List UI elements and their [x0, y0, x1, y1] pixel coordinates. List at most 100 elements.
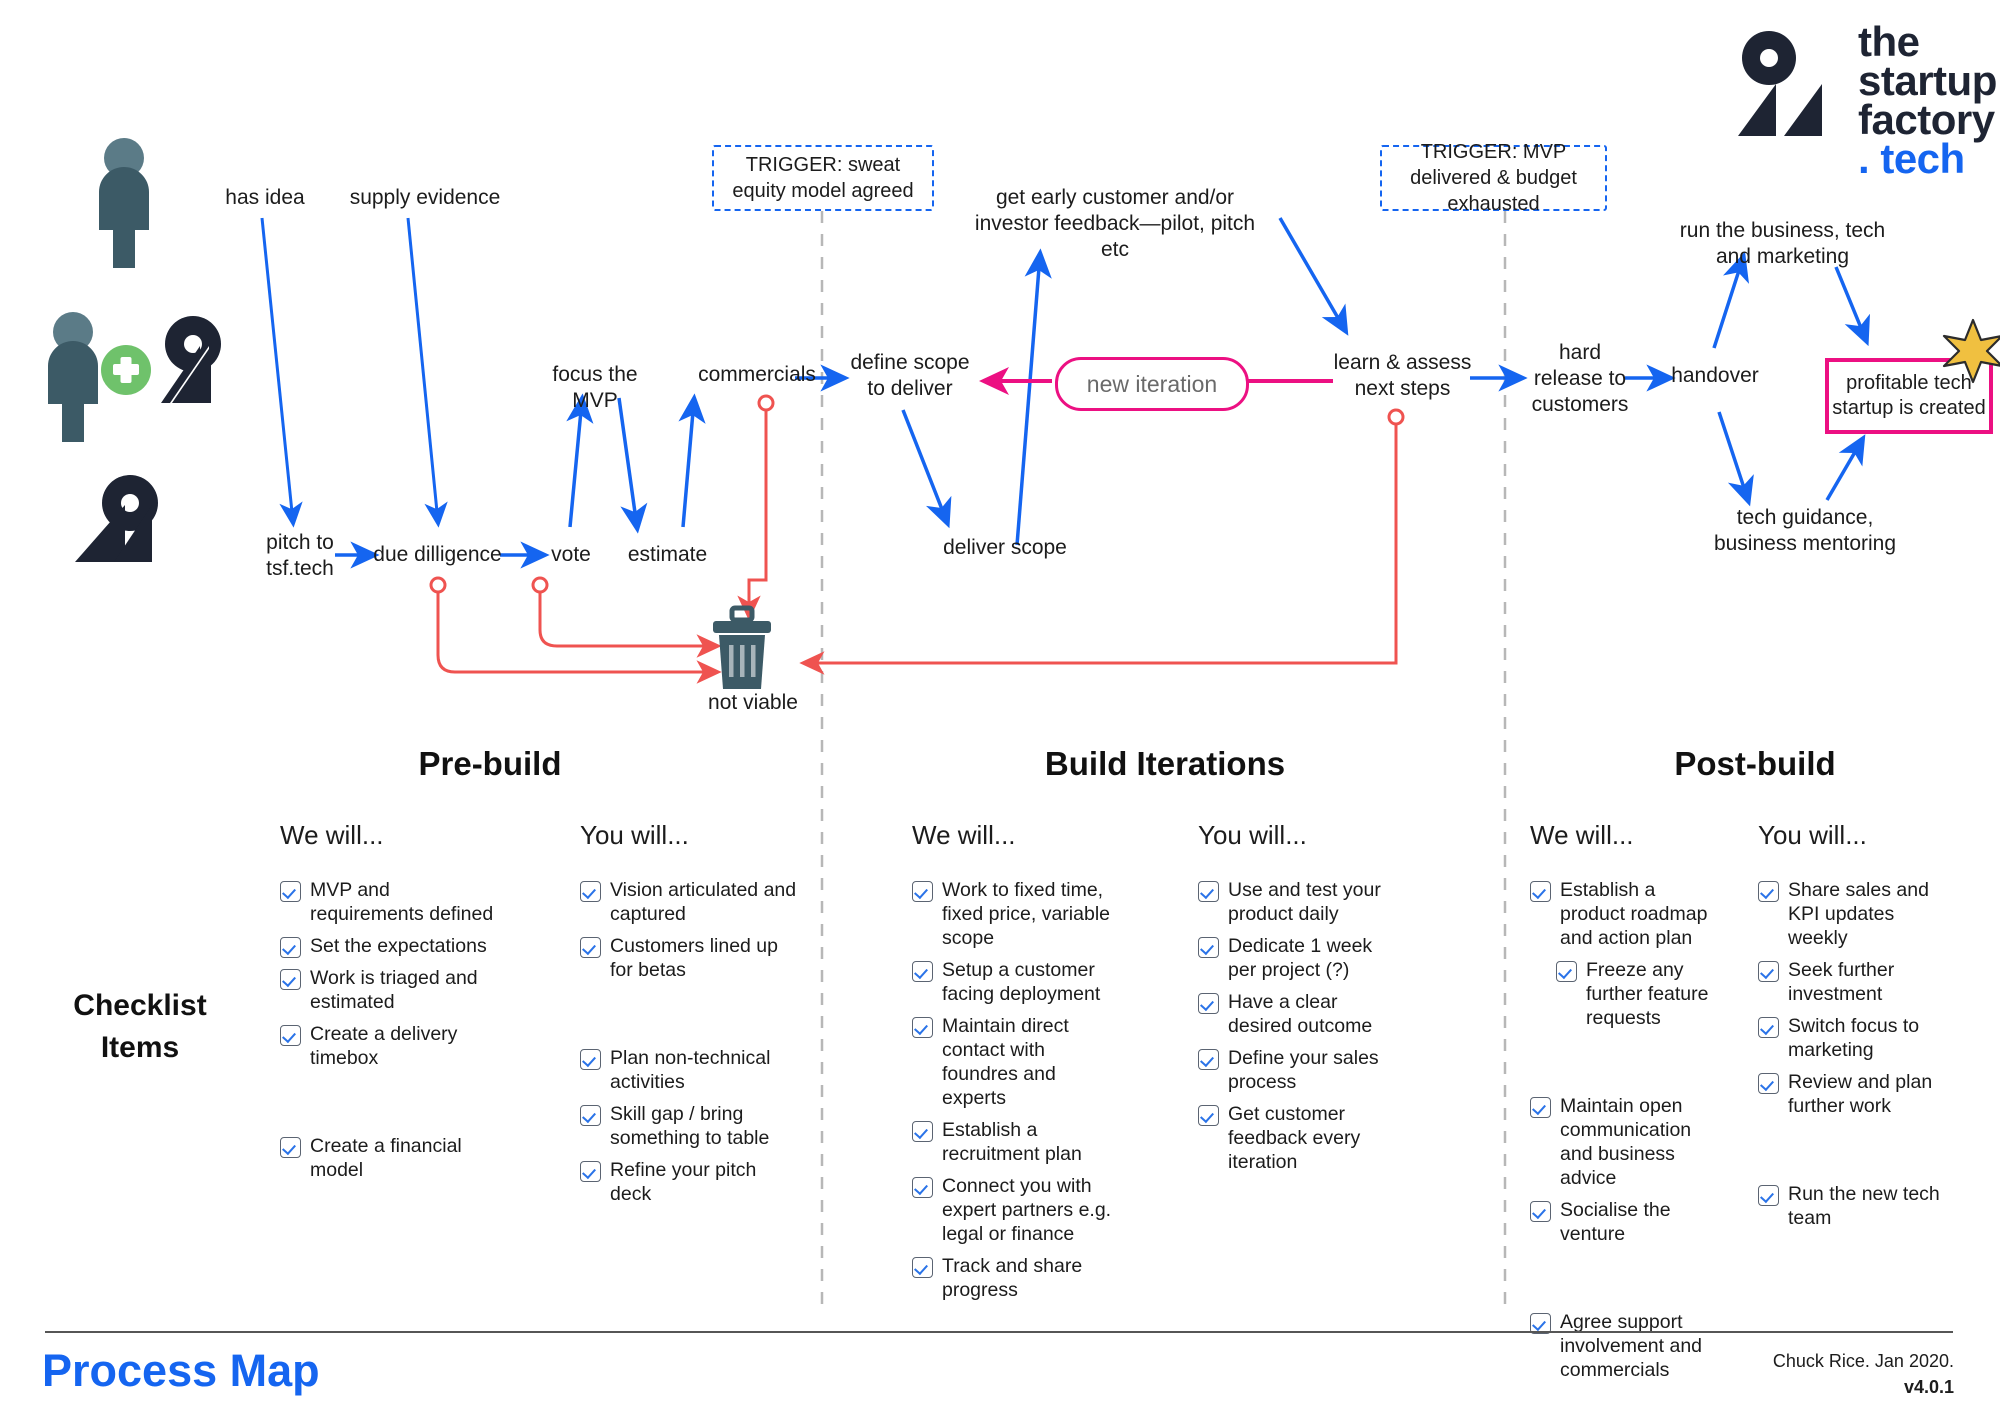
checkbox-checked-icon[interactable]	[580, 1161, 601, 1182]
person-icon-top	[99, 138, 149, 268]
checkbox-checked-icon[interactable]	[1758, 881, 1779, 902]
checklist-item[interactable]: Agree support involvement and commercial…	[1530, 1310, 1725, 1382]
checkbox-checked-icon[interactable]	[1198, 1105, 1219, 1126]
checklist-item[interactable]: Track and share progress	[912, 1254, 1122, 1302]
arrow-estimate-to-commercials	[678, 393, 706, 528]
checklist-item[interactable]: Work is triaged and estimated	[280, 966, 495, 1014]
checklist-item[interactable]: Set the expectations	[280, 934, 495, 958]
checklist-item-label: Share sales and KPI updates weekly	[1788, 879, 1929, 949]
flow-label-run-business: run the business, tech and marketing	[1679, 219, 1886, 268]
checklist-item-label: Review and plan further work	[1788, 1071, 1933, 1117]
checklist-item[interactable]: Establish a recruitment plan	[912, 1118, 1122, 1166]
red-origin-commercials	[757, 394, 775, 412]
checklist-item[interactable]: Create a delivery timebox	[280, 1022, 495, 1070]
plus-badge-icon	[101, 345, 151, 395]
checklist-item[interactable]: Establish a product roadmap and action p…	[1530, 878, 1725, 950]
arrow-feedback-to-learn	[1278, 217, 1349, 336]
flow-label-define-scope: define scope to deliver	[850, 351, 970, 400]
checklist-item[interactable]: Maintain open communication and business…	[1530, 1094, 1725, 1190]
checkbox-checked-icon[interactable]	[1198, 881, 1219, 902]
checklist-item[interactable]: Work to fixed time, fixed price, variabl…	[912, 878, 1122, 950]
checklist-item[interactable]: Switch focus to marketing	[1758, 1014, 1948, 1062]
checkbox-checked-icon[interactable]	[1758, 1185, 1779, 1206]
checklist-item[interactable]: Setup a customer facing deployment	[912, 958, 1122, 1006]
checkbox-checked-icon[interactable]	[1530, 1201, 1551, 1222]
flow-label-has-idea: has idea	[225, 186, 305, 209]
checkbox-checked-icon[interactable]	[280, 1025, 301, 1046]
checklist-item-label: Create a financial model	[310, 1135, 462, 1181]
arrow-run-business-to-outcome	[1834, 266, 1870, 347]
checklist-item[interactable]: Review and plan further work	[1758, 1070, 1948, 1118]
arrow-vote-not-viable	[538, 592, 722, 658]
checklist-item[interactable]: Use and test your product daily	[1198, 878, 1398, 926]
checklist-item[interactable]: Freeze any further feature requests	[1556, 958, 1725, 1030]
checklist-item[interactable]: Customers lined up for betas	[580, 934, 800, 982]
checklist-item[interactable]: Define your sales process	[1198, 1046, 1398, 1094]
factory-icon-middle	[161, 316, 221, 403]
checkbox-checked-icon[interactable]	[1530, 881, 1551, 902]
column-title-prebuild-you-will: You will...	[580, 820, 689, 850]
arrow-tech-guidance-to-outcome	[1825, 434, 1866, 501]
checklist-item[interactable]: Dedicate 1 week per project (?)	[1198, 934, 1398, 982]
checkbox-checked-icon[interactable]	[912, 961, 933, 982]
trash-icon	[713, 605, 771, 689]
footer-version: v4.0.1	[1903, 1377, 1954, 1397]
checkbox-checked-icon[interactable]	[580, 937, 601, 958]
flow-label-supply-evidence: supply evidence	[349, 186, 501, 209]
checkbox-checked-icon[interactable]	[912, 1257, 933, 1278]
checkbox-checked-icon[interactable]	[1198, 1049, 1219, 1070]
new-iteration-node[interactable]: new iteration	[1055, 357, 1249, 411]
checkbox-checked-icon[interactable]	[280, 937, 301, 958]
checklist-item[interactable]: Refine your pitch deck	[580, 1158, 800, 1206]
checkbox-checked-icon[interactable]	[580, 1105, 601, 1126]
checkbox-checked-icon[interactable]	[1198, 993, 1219, 1014]
flow-label-due-diligence: due dilligence	[373, 543, 502, 566]
checklist-item[interactable]: Socialise the venture	[1530, 1198, 1725, 1246]
checklist-item-label: Socialise the venture	[1560, 1199, 1671, 1245]
section-title-build-iterations: Build Iterations	[1044, 745, 1286, 782]
checkbox-checked-icon[interactable]	[280, 969, 301, 990]
flow-label-learn-assess: learn & assess next steps	[1333, 351, 1472, 400]
checkbox-checked-icon[interactable]	[280, 881, 301, 902]
red-origin-learn-assess	[1387, 408, 1405, 426]
checklist-item[interactable]: Maintain direct contact with foundres an…	[912, 1014, 1122, 1110]
column-title-post-we-will: We will...	[1530, 820, 1634, 850]
checklist-item[interactable]: Seek further investment	[1758, 958, 1948, 1006]
logo: the startup factory . tech	[1736, 21, 1997, 182]
section-title-pre-build: Pre-build	[418, 745, 562, 782]
checklist-item[interactable]: Share sales and KPI updates weekly	[1758, 878, 1948, 950]
checkbox-checked-icon[interactable]	[912, 1121, 933, 1142]
checkbox-checked-icon[interactable]	[1758, 961, 1779, 982]
checkbox-checked-icon[interactable]	[1556, 961, 1577, 982]
flow-label-commercials: commercials	[698, 363, 816, 386]
checkbox-checked-icon[interactable]	[580, 1049, 601, 1070]
checklist-item-label: Establish a product roadmap and action p…	[1560, 879, 1708, 949]
arrow-dd-not-viable	[436, 592, 722, 684]
checkbox-checked-icon[interactable]	[1758, 1073, 1779, 1094]
checkbox-checked-icon[interactable]	[1758, 1017, 1779, 1038]
checklist-item[interactable]: Have a clear desired outcome	[1198, 990, 1398, 1038]
flow-label-hard-release: hard release to customers	[1531, 341, 1629, 416]
new-iteration-label: new iteration	[1086, 370, 1218, 397]
logo-line-4: . tech	[1858, 135, 1965, 182]
checkbox-checked-icon[interactable]	[912, 1017, 933, 1038]
checklist-item[interactable]: Plan non-technical activities	[580, 1046, 800, 1094]
checklist-item-label: Setup a customer facing deployment	[942, 959, 1101, 1005]
checkbox-checked-icon[interactable]	[280, 1137, 301, 1158]
checklist-item[interactable]: Get customer feedback every iteration	[1198, 1102, 1398, 1174]
checklist-item[interactable]: Connect you with expert partners e.g. le…	[912, 1174, 1122, 1246]
checkbox-checked-icon[interactable]	[580, 881, 601, 902]
checklist-item[interactable]: Create a financial model	[280, 1134, 495, 1182]
checklist-item[interactable]: Vision articulated and captured	[580, 878, 800, 926]
checklist-item-label: Freeze any further feature requests	[1586, 959, 1709, 1029]
checklist-item-label: Agree support involvement and commercial…	[1560, 1311, 1703, 1381]
checklist-item[interactable]: MVP and requirements defined	[280, 878, 495, 926]
checklist-item[interactable]: Run the new tech team	[1758, 1182, 1948, 1230]
checkbox-checked-icon[interactable]	[1198, 937, 1219, 958]
arrow-has-idea	[260, 217, 303, 528]
checklist-item[interactable]: Skill gap / bring something to table	[580, 1102, 800, 1150]
checklist-item-label: Have a clear desired outcome	[1228, 991, 1373, 1037]
checkbox-checked-icon[interactable]	[912, 1177, 933, 1198]
checkbox-checked-icon[interactable]	[912, 881, 933, 902]
checkbox-checked-icon[interactable]	[1530, 1097, 1551, 1118]
